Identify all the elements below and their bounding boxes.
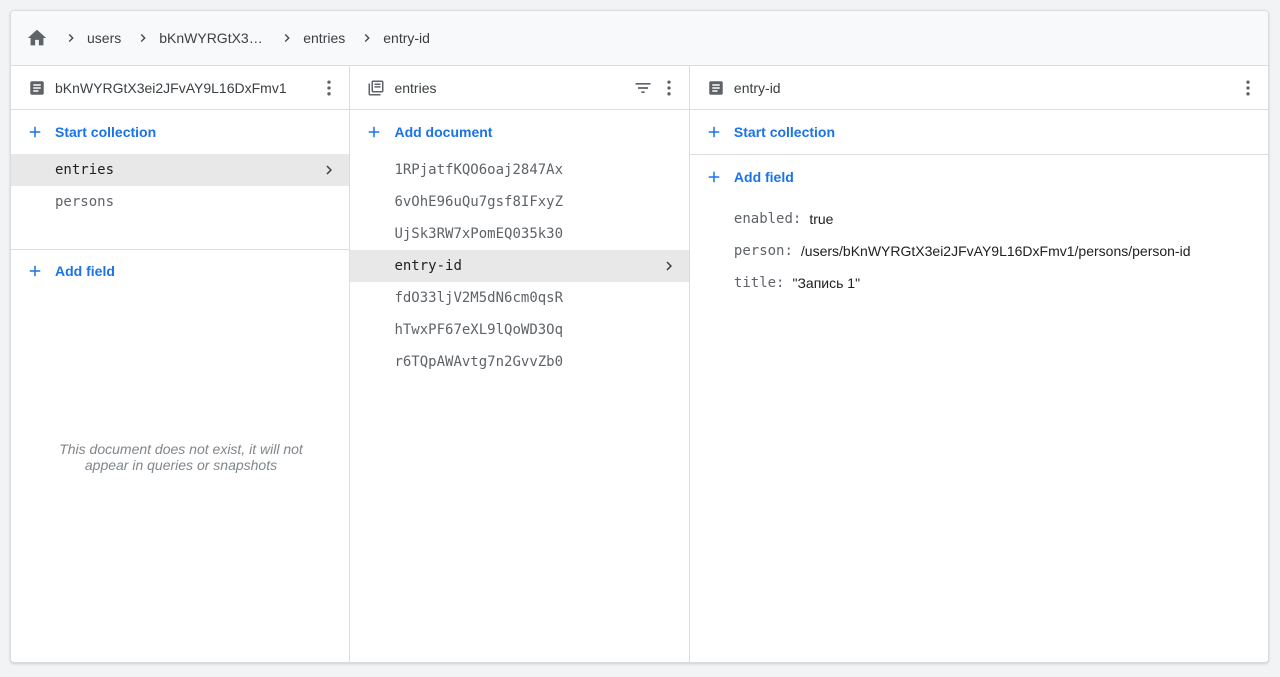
chevron-right-icon bbox=[659, 256, 679, 276]
document-panel-header: bKnWYRGtX3ei2JFvAY9L16DxFmv1 bbox=[11, 66, 350, 110]
document-icon bbox=[706, 78, 726, 98]
document-item[interactable]: r6TQpAWAvtg7n2GvvZb0 bbox=[350, 346, 688, 378]
more-vert-icon[interactable] bbox=[317, 76, 341, 100]
plus-icon bbox=[25, 261, 45, 281]
document-id: r6TQpAWAvtg7n2GvvZb0 bbox=[394, 354, 564, 370]
field-key: title: bbox=[733, 275, 785, 291]
field-row-title[interactable]: title: "Запись 1" bbox=[690, 267, 1268, 299]
breadcrumb-entry-id[interactable]: entry-id bbox=[383, 30, 430, 46]
collection-item-entries[interactable]: entries bbox=[11, 154, 350, 186]
start-collection-button[interactable]: Start collection bbox=[690, 110, 1268, 154]
plus-icon bbox=[364, 122, 384, 142]
chevron-right-icon bbox=[131, 26, 155, 50]
collection-panel: entries Add document 1RPjatfKQO6oaj2847A… bbox=[350, 66, 690, 662]
breadcrumb-user-doc[interactable]: bKnWYRGtX3ei... bbox=[159, 30, 265, 46]
section-divider bbox=[689, 154, 1268, 155]
document-item[interactable]: fdO33ljV2M5dN6cm0qsR bbox=[350, 282, 688, 314]
add-field-label: Add field bbox=[55, 263, 115, 279]
document-item-selected[interactable]: entry-id bbox=[350, 250, 689, 282]
field-key: enabled: bbox=[733, 211, 802, 227]
add-field-button[interactable]: Add field bbox=[690, 155, 1268, 199]
field-row-person[interactable]: person: /users/bKnWYRGtX3ei2JFvAY9L16DxF… bbox=[690, 235, 1268, 267]
field-key: person: bbox=[733, 243, 793, 259]
document-id: 1RPjatfKQO6oaj2847Ax bbox=[394, 162, 564, 178]
document-id: entry-id bbox=[394, 258, 462, 274]
document-id: fdO33ljV2M5dN6cm0qsR bbox=[394, 290, 564, 306]
collection-icon bbox=[366, 78, 386, 98]
add-document-button[interactable]: Add document bbox=[350, 110, 688, 154]
start-collection-label: Start collection bbox=[55, 124, 157, 140]
chevron-right-icon bbox=[59, 26, 83, 50]
document-title: bKnWYRGtX3ei2JFvAY9L16DxFmv1 bbox=[55, 79, 287, 96]
field-value: true bbox=[809, 211, 834, 227]
plus-icon bbox=[704, 167, 724, 187]
document-item[interactable]: 6vOhE96uQu7gsf8IFxyZ bbox=[350, 186, 688, 218]
chevron-right-icon bbox=[319, 160, 339, 180]
add-field-label: Add field bbox=[733, 169, 794, 185]
plus-icon bbox=[704, 122, 724, 142]
document-id: UjSk3RW7xPomEQ035k30 bbox=[394, 226, 564, 242]
document-item[interactable]: hTwxPF67eXL9lQoWD3Oq bbox=[350, 314, 688, 346]
document-id: hTwxPF67eXL9lQoWD3Oq bbox=[394, 322, 564, 338]
document-icon bbox=[27, 78, 47, 98]
collection-panel-header: entries bbox=[350, 66, 689, 110]
breadcrumb-users[interactable]: users bbox=[87, 30, 121, 46]
document-item[interactable]: 1RPjatfKQO6oaj2847Ax bbox=[350, 154, 688, 186]
field-value: /users/bKnWYRGtX3ei2JFvAY9L16DxFmv1/pers… bbox=[800, 243, 1191, 259]
missing-document-note: This document does not exist, it will no… bbox=[59, 441, 303, 473]
entry-title: entry-id bbox=[733, 79, 781, 96]
more-vert-icon[interactable] bbox=[1236, 76, 1260, 100]
more-vert-icon[interactable] bbox=[657, 76, 681, 100]
home-icon[interactable] bbox=[25, 26, 49, 50]
document-id: 6vOhE96uQu7gsf8IFxyZ bbox=[394, 194, 564, 210]
breadcrumb: users bKnWYRGtX3ei... entries entry-id bbox=[11, 11, 1268, 66]
start-collection-button[interactable]: Start collection bbox=[11, 110, 349, 154]
field-value: "Запись 1" bbox=[792, 275, 861, 291]
filter-icon[interactable] bbox=[631, 76, 655, 100]
field-row-enabled[interactable]: enabled: true bbox=[690, 203, 1268, 235]
collection-label: persons bbox=[55, 194, 115, 210]
firestore-data-viewer: users bKnWYRGtX3ei... entries entry-id b… bbox=[10, 10, 1269, 663]
document-item[interactable]: UjSk3RW7xPomEQ035k30 bbox=[350, 218, 688, 250]
collection-label: entries bbox=[55, 162, 115, 178]
plus-icon bbox=[25, 122, 45, 142]
entry-panel-header: entry-id bbox=[689, 66, 1268, 110]
chevron-right-icon bbox=[355, 26, 379, 50]
add-field-button[interactable]: Add field bbox=[11, 249, 349, 293]
document-panel: bKnWYRGtX3ei2JFvAY9L16DxFmv1 Start colle… bbox=[11, 66, 351, 662]
collection-item-persons[interactable]: persons bbox=[11, 186, 349, 218]
chevron-right-icon bbox=[275, 26, 299, 50]
add-document-label: Add document bbox=[394, 124, 493, 140]
start-collection-label: Start collection bbox=[733, 124, 836, 140]
collection-title: entries bbox=[394, 79, 437, 96]
breadcrumb-entries[interactable]: entries bbox=[303, 30, 345, 46]
entry-panel: entry-id Start collection Add field enab bbox=[689, 66, 1268, 662]
columns: bKnWYRGtX3ei2JFvAY9L16DxFmv1 Start colle… bbox=[11, 66, 1268, 662]
